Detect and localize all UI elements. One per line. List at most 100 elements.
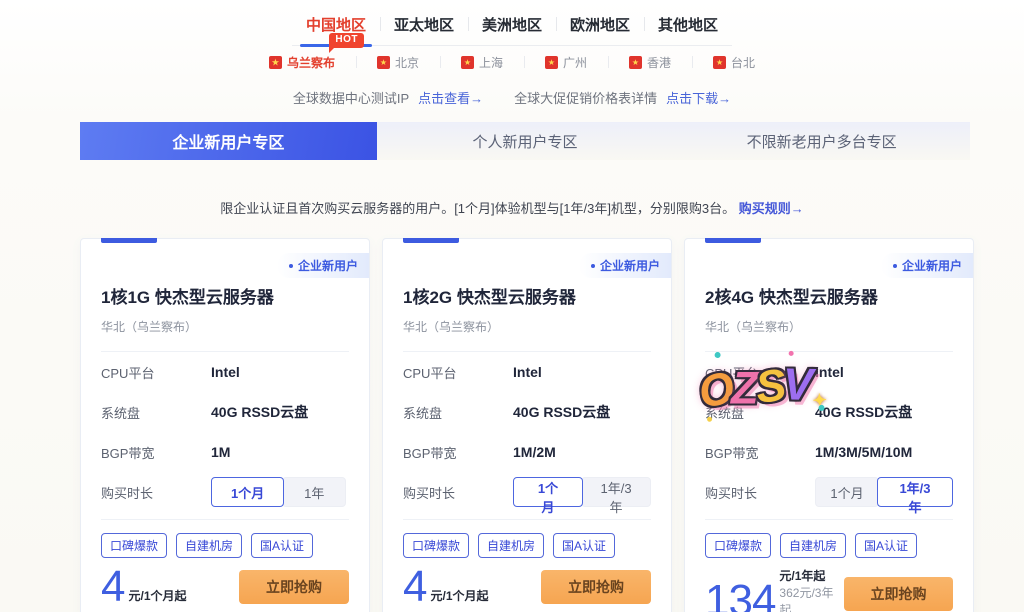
- city-item-taipei[interactable]: ★ 台北: [692, 52, 776, 73]
- china-flag-icon: ★: [269, 56, 282, 69]
- card-title: 1核1G 快杰型云服务器: [101, 283, 349, 308]
- feature-tags: 口碑爆款 自建机房 国A认证: [101, 533, 349, 558]
- region-tab-americas[interactable]: 美洲地区: [468, 8, 556, 45]
- test-ip-label: 全球数据中心测试IP: [293, 88, 409, 107]
- badge-label: 企业新用户: [298, 257, 358, 274]
- tag-certified: 国A认证: [553, 533, 615, 558]
- badge-dot-icon: [591, 264, 595, 268]
- price-row: 4 元/1个月起 立即抢购: [101, 567, 349, 607]
- spec-row-disk: 系统盘 40G RSSD云盘: [101, 392, 349, 432]
- spec-value: 40G RSSD云盘: [513, 402, 610, 422]
- region-tab-europe[interactable]: 欧洲地区: [556, 8, 644, 45]
- buy-now-button[interactable]: 立即抢购: [541, 570, 651, 604]
- duration-option-1month[interactable]: 1个月: [815, 477, 879, 507]
- spec-value: 1M/3M/5M/10M: [815, 444, 912, 460]
- spec-label: 系统盘: [705, 403, 815, 422]
- badge-dot-icon: [893, 264, 897, 268]
- spec-value: Intel: [815, 364, 844, 380]
- pricing-card-list: 企业新用户 1核1G 快杰型云服务器 华北（乌兰察布） CPU平台 Intel …: [80, 238, 974, 612]
- city-item-beijing[interactable]: ★ 北京: [356, 52, 440, 73]
- purchase-rules-link[interactable]: 购买规则→: [739, 201, 804, 216]
- zone-tab-bar: 企业新用户专区 个人新用户专区 不限新老用户多台专区: [80, 122, 970, 160]
- region-tab-other[interactable]: 其他地区: [644, 8, 732, 45]
- duration-row: 购买时长 1个月 1年: [101, 472, 349, 512]
- price-table-label: 全球大促促销价格表详情: [514, 88, 657, 107]
- duration-label: 购买时长: [705, 483, 815, 502]
- enterprise-new-user-badge: 企业新用户: [579, 253, 671, 278]
- price-units: 元/1个月起: [128, 587, 186, 607]
- city-item-shanghai[interactable]: ★ 上海: [440, 52, 524, 73]
- city-label: 上海: [479, 54, 503, 71]
- spec-label: CPU平台: [705, 363, 815, 382]
- price-amount: 134: [705, 581, 775, 612]
- spec-row-cpu: CPU平台 Intel: [705, 352, 953, 392]
- zone-tab-unlimited-multi[interactable]: 不限新老用户多台专区: [673, 122, 970, 160]
- spec-row-bandwidth: BGP带宽 1M/2M: [403, 432, 651, 472]
- duration-toggle-group: 1个月 1年/3年: [815, 477, 953, 507]
- china-flag-icon: ★: [629, 56, 642, 69]
- duration-row: 购买时长 1个月 1年/3年: [403, 472, 651, 512]
- city-label: 乌兰察布: [287, 54, 335, 71]
- china-flag-icon: ★: [713, 56, 726, 69]
- price: 134 元/1年起 362元/3年起: [705, 567, 844, 612]
- divider: [705, 519, 953, 520]
- card-title: 1核2G 快杰型云服务器: [403, 283, 651, 308]
- city-label: 广州: [563, 54, 587, 71]
- card-accent-bar: [705, 238, 761, 243]
- region-tab-asia-pacific[interactable]: 亚太地区: [380, 8, 468, 45]
- china-flag-icon: ★: [377, 56, 390, 69]
- price-unit: 元/1个月起: [128, 587, 186, 604]
- card-region: 华北（乌兰察布）: [705, 318, 953, 335]
- spec-row-disk: 系统盘 40G RSSD云盘: [705, 392, 953, 432]
- city-label: 台北: [731, 54, 755, 71]
- duration-label: 购买时长: [403, 483, 513, 502]
- card-accent-bar: [403, 238, 459, 243]
- spec-row-disk: 系统盘 40G RSSD云盘: [403, 392, 651, 432]
- duration-row: 购买时长 1个月 1年/3年: [705, 472, 953, 512]
- price-secondary: 362元/3年起: [779, 584, 844, 612]
- spec-value: Intel: [211, 364, 240, 380]
- duration-label: 购买时长: [101, 483, 211, 502]
- spec-label: BGP带宽: [403, 443, 513, 462]
- price-row: 4 元/1个月起 立即抢购: [403, 567, 651, 607]
- city-item-guangzhou[interactable]: ★ 广州: [524, 52, 608, 73]
- duration-option-1-3year[interactable]: 1年/3年: [581, 477, 651, 507]
- badge-label: 企业新用户: [600, 257, 660, 274]
- view-test-ip-link[interactable]: 点击查看→: [418, 88, 483, 107]
- price-amount: 4: [403, 567, 426, 607]
- duration-option-1year[interactable]: 1年: [282, 477, 346, 507]
- download-price-table-link[interactable]: 点击下载→: [666, 88, 731, 107]
- divider: [101, 519, 349, 520]
- badge-label: 企业新用户: [902, 257, 962, 274]
- duration-option-1-3year[interactable]: 1年/3年: [877, 477, 953, 507]
- pricing-card-1c1g: 企业新用户 1核1G 快杰型云服务器 华北（乌兰察布） CPU平台 Intel …: [80, 238, 370, 612]
- city-nav: ★ 乌兰察布 HOT ★ 北京 ★ 上海 ★ 广州 ★ 香港 ★ 台北: [0, 52, 1024, 73]
- divider: [403, 519, 651, 520]
- zone-tab-enterprise-new-user[interactable]: 企业新用户专区: [80, 122, 377, 160]
- tag-own-datacenter: 自建机房: [478, 533, 544, 558]
- price-row: 134 元/1年起 362元/3年起 立即抢购: [705, 567, 953, 612]
- quick-links: 全球数据中心测试IP 点击查看→ 全球大促促销价格表详情 点击下载→: [0, 88, 1024, 107]
- page: 中国地区 亚太地区 美洲地区 欧洲地区 其他地区 ★ 乌兰察布 HOT ★ 北京…: [0, 0, 1024, 612]
- city-item-wulanchabu[interactable]: ★ 乌兰察布 HOT: [248, 52, 356, 73]
- spec-row-cpu: CPU平台 Intel: [403, 352, 651, 392]
- price: 4 元/1个月起: [403, 567, 489, 607]
- duration-option-1month[interactable]: 1个月: [211, 477, 284, 507]
- spec-row-bandwidth: BGP带宽 1M: [101, 432, 349, 472]
- spec-value: 1M/2M: [513, 444, 556, 460]
- tag-own-datacenter: 自建机房: [780, 533, 846, 558]
- hot-badge: HOT: [329, 33, 364, 48]
- spec-label: CPU平台: [403, 363, 513, 382]
- duration-option-1month[interactable]: 1个月: [513, 477, 583, 507]
- city-item-hongkong[interactable]: ★ 香港: [608, 52, 692, 73]
- duration-toggle-group: 1个月 1年/3年: [513, 477, 651, 507]
- buy-now-button[interactable]: 立即抢购: [844, 577, 953, 611]
- tag-certified: 国A认证: [251, 533, 313, 558]
- price-unit: 元/1年起: [779, 567, 844, 584]
- zone-tab-personal-new-user[interactable]: 个人新用户专区: [377, 122, 674, 160]
- feature-tags: 口碑爆款 自建机房 国A认证: [403, 533, 651, 558]
- price-amount: 4: [101, 567, 124, 607]
- purchase-notice: 限企业认证且首次购买云服务器的用户。[1个月]体验机型与[1年/3年]机型，分别…: [0, 198, 1024, 217]
- buy-now-button[interactable]: 立即抢购: [239, 570, 349, 604]
- spec-row-bandwidth: BGP带宽 1M/3M/5M/10M: [705, 432, 953, 472]
